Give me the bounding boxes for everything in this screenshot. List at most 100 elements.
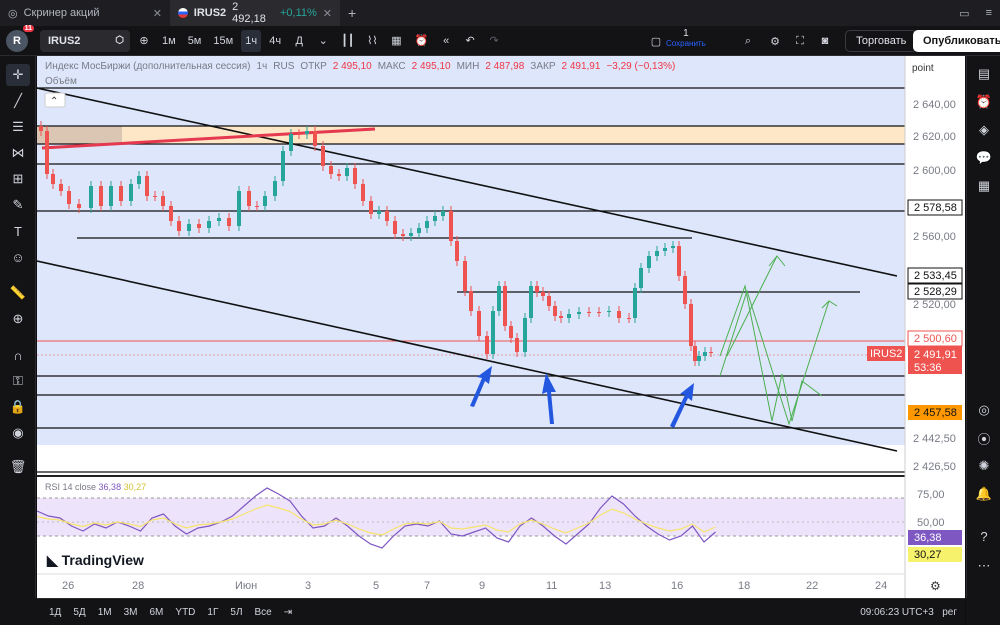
alerts-icon[interactable]: ⏰ — [974, 92, 994, 112]
target-icon[interactable]: ◎ — [974, 400, 994, 420]
candle — [129, 184, 133, 201]
interval-4h[interactable]: 4ч — [265, 30, 285, 52]
undo-icon[interactable]: ↶ — [460, 30, 480, 52]
candle — [67, 191, 71, 204]
lock-icon[interactable]: 🔒 — [6, 396, 30, 418]
interval-5m[interactable]: 5м — [184, 30, 206, 52]
layout-select-icon[interactable]: ▢ — [646, 30, 666, 52]
range-5y[interactable]: 5Л — [226, 607, 246, 618]
settings-icon[interactable]: ⚙ — [930, 579, 941, 593]
prediction-icon[interactable]: ⊞ — [6, 168, 30, 190]
candle — [207, 221, 211, 228]
time-tick: 5 — [373, 580, 379, 592]
range-1y[interactable]: 1Г — [203, 607, 222, 618]
range-3m[interactable]: 3М — [120, 607, 142, 618]
time-tick: 13 — [599, 580, 611, 592]
interval-1h[interactable]: 1ч — [241, 29, 262, 52]
candle — [693, 346, 697, 361]
replay-icon[interactable]: « — [436, 30, 456, 52]
quick-search-icon[interactable]: ⌕ — [738, 30, 758, 52]
pattern-icon[interactable]: ⋈ — [6, 142, 30, 164]
legend-high-label: МАКС — [377, 61, 406, 72]
interval-1m[interactable]: 1м — [158, 30, 180, 52]
tab-chart[interactable]: IRUS2 2 492,18 +0,11% ✕ — [170, 0, 340, 26]
avatar[interactable]: R 11 — [6, 24, 34, 52]
candle — [553, 306, 557, 316]
settings-icon[interactable]: ⚙ — [765, 30, 785, 52]
fib-icon[interactable]: ☰ — [6, 116, 30, 138]
time-tick: 28 — [132, 580, 144, 592]
candle — [485, 336, 489, 354]
calendar-icon[interactable]: ▦ — [974, 176, 994, 196]
range-1d[interactable]: 1Д — [45, 607, 65, 618]
help-icon[interactable]: ? — [974, 526, 994, 546]
candle — [377, 211, 381, 214]
layers-icon[interactable]: ◈ — [974, 120, 994, 140]
save-button[interactable]: 1 Сохранить — [666, 29, 706, 49]
candle — [709, 352, 713, 353]
zoom-in-icon[interactable]: ⊕ — [6, 308, 30, 330]
new-tab-button[interactable]: + — [340, 0, 364, 26]
crosshair-icon[interactable]: ✛ — [6, 64, 30, 86]
candle — [217, 218, 221, 221]
chat-icon[interactable]: 💬 — [974, 148, 994, 168]
tab-screener[interactable]: ◎ Скринер акций ✕ — [0, 0, 170, 26]
redo-icon[interactable]: ↷ — [484, 30, 504, 52]
interval-d[interactable]: Д — [289, 30, 309, 52]
close-icon[interactable]: ✕ — [153, 7, 162, 20]
candle — [491, 311, 495, 354]
range-6m[interactable]: 6М — [146, 607, 168, 618]
legend-high: 2 495,10 — [411, 61, 451, 72]
range-all[interactable]: Все — [251, 607, 276, 618]
candle — [677, 246, 681, 276]
fullscreen-icon[interactable]: ⛶ — [790, 30, 810, 52]
symbol-search[interactable]: IRUS2 ⬡ — [40, 29, 130, 52]
trash-icon[interactable]: 🗑 — [6, 456, 30, 478]
chevron-down-icon[interactable]: ⌄ — [313, 30, 333, 52]
interval-15m[interactable]: 15м — [209, 30, 237, 52]
brush-icon[interactable]: ✎ — [6, 194, 30, 216]
eye-icon[interactable]: ◉ — [6, 422, 30, 444]
alert-icon[interactable]: ⏰ — [410, 30, 432, 52]
layout-icon[interactable]: ▭ — [951, 0, 977, 26]
goto-date-icon[interactable]: ⇥ — [280, 607, 296, 618]
time-tick: 24 — [875, 580, 887, 592]
chart-svg[interactable]: ⌃ point 2 640,00 2 620,00 2 600,00 2 560… — [36, 56, 965, 598]
watchlist-icon[interactable]: ▤ — [974, 64, 994, 84]
candle — [529, 286, 533, 318]
close-icon[interactable]: ✕ — [323, 7, 332, 20]
candle — [177, 221, 181, 231]
candle — [361, 184, 365, 201]
magnet-icon[interactable]: ∩ — [6, 344, 30, 366]
range-1m[interactable]: 1М — [94, 607, 116, 618]
text-icon[interactable]: T — [6, 220, 30, 242]
candle — [137, 176, 141, 184]
symbol-text: IRUS2 — [48, 34, 81, 47]
templates-icon[interactable]: ▦ — [386, 30, 406, 52]
candles-icon[interactable]: ┃┃ — [337, 30, 358, 52]
candle — [153, 196, 157, 197]
ruler-icon[interactable]: 📏 — [6, 282, 30, 304]
range-ytd[interactable]: YTD — [171, 607, 199, 618]
indicators-icon[interactable]: ⌇⌇ — [362, 30, 382, 52]
menu-icon[interactable]: ≡ — [978, 0, 1000, 26]
point-label[interactable]: point — [912, 63, 934, 74]
emoji-icon[interactable]: ☺ — [6, 246, 30, 268]
price-tag-text: 2 491,91 — [914, 349, 957, 361]
more-icon[interactable]: ⋯ — [974, 556, 994, 576]
range-5d[interactable]: 5Д — [69, 607, 89, 618]
notifications-icon[interactable]: 🔔 — [974, 484, 994, 504]
publish-button[interactable]: Опубликовать — [913, 30, 1000, 52]
trade-button[interactable]: Торговать — [845, 30, 918, 52]
trend-line-icon[interactable]: ╱ — [6, 90, 30, 112]
camera-icon[interactable]: ◙ — [815, 30, 835, 52]
broadcast-icon[interactable]: ⦿ — [974, 428, 994, 448]
price-tick: 2 426,50 — [913, 461, 956, 473]
add-symbol-button[interactable]: ⊕ — [134, 30, 154, 52]
ideas-icon[interactable]: ✺ — [974, 456, 994, 476]
time-tick: 3 — [305, 580, 311, 592]
lock-drawings-icon[interactable]: ⚿ — [6, 370, 30, 392]
candle — [577, 312, 581, 314]
chart-area[interactable]: ⌃ point 2 640,00 2 620,00 2 600,00 2 560… — [36, 56, 965, 598]
clock[interactable]: 09:06:23 UTC+3 рег — [860, 607, 957, 618]
